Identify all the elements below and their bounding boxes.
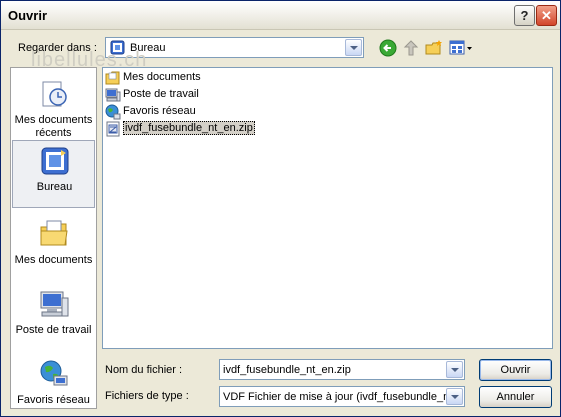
folder-icon (105, 71, 120, 85)
place-label: Poste de travail (15, 324, 92, 336)
file-name: Poste de travail (123, 88, 199, 100)
open-dialog: Ouvrir ? ✕ Regarder dans : Bureau libell… (0, 0, 561, 417)
place-label: Mes documents (14, 254, 93, 266)
place-desktop[interactable]: Bureau (12, 140, 95, 208)
place-label: Mes documents (14, 114, 93, 126)
help-button[interactable]: ? (514, 5, 535, 26)
place-label-line2: récents (35, 127, 72, 139)
file-list[interactable]: Mes documents Poste de travail Favoris r… (102, 67, 553, 349)
network-icon (105, 104, 121, 120)
file-name: Favoris réseau (123, 105, 196, 117)
network-places-icon (40, 360, 68, 386)
place-label: Bureau (36, 181, 73, 193)
filename-value: ivdf_fusebundle_nt_en.zip (223, 364, 351, 376)
file-name: ivdf_fusebundle_nt_en.zip (123, 121, 255, 135)
desktop-icon (41, 147, 69, 175)
filename-combo[interactable]: ivdf_fusebundle_nt_en.zip (219, 359, 465, 380)
chevron-down-icon[interactable] (345, 39, 362, 56)
chevron-down-icon[interactable] (446, 388, 463, 405)
views-menu-icon[interactable] (448, 38, 474, 58)
cancel-button[interactable]: Annuler (479, 386, 552, 408)
place-network[interactable]: Favoris réseau (12, 354, 95, 417)
computer-icon (105, 88, 121, 102)
close-button[interactable]: ✕ (536, 5, 557, 26)
filetype-value: VDF Fichier de mise à jour (ivdf_fusebun… (223, 391, 447, 403)
zip-file-icon (106, 121, 120, 137)
my-computer-icon (40, 291, 69, 317)
up-folder-icon[interactable] (401, 38, 421, 58)
place-my-computer[interactable]: Poste de travail (12, 284, 95, 352)
open-button[interactable]: Ouvrir (479, 359, 552, 381)
filetype-combo[interactable]: VDF Fichier de mise à jour (ivdf_fusebun… (219, 386, 465, 407)
my-documents-folder-icon (40, 220, 68, 246)
recent-documents-icon (42, 81, 67, 107)
title-bar[interactable]: Ouvrir ? ✕ (1, 1, 560, 30)
chevron-down-icon[interactable] (446, 361, 463, 378)
place-recent-documents[interactable]: Mes documents récents (12, 74, 95, 142)
places-bar: Mes documents récents Bureau Mes documen… (10, 67, 97, 409)
window-title: Ouvrir (8, 8, 48, 23)
place-my-documents[interactable]: Mes documents (12, 214, 95, 282)
filename-label: Nom du fichier : (105, 364, 183, 376)
new-folder-icon[interactable] (424, 38, 444, 58)
back-icon[interactable] (378, 38, 398, 58)
place-label: Favoris réseau (17, 394, 90, 406)
filetype-label: Fichiers de type : (105, 390, 189, 402)
file-name: Mes documents (123, 71, 201, 83)
